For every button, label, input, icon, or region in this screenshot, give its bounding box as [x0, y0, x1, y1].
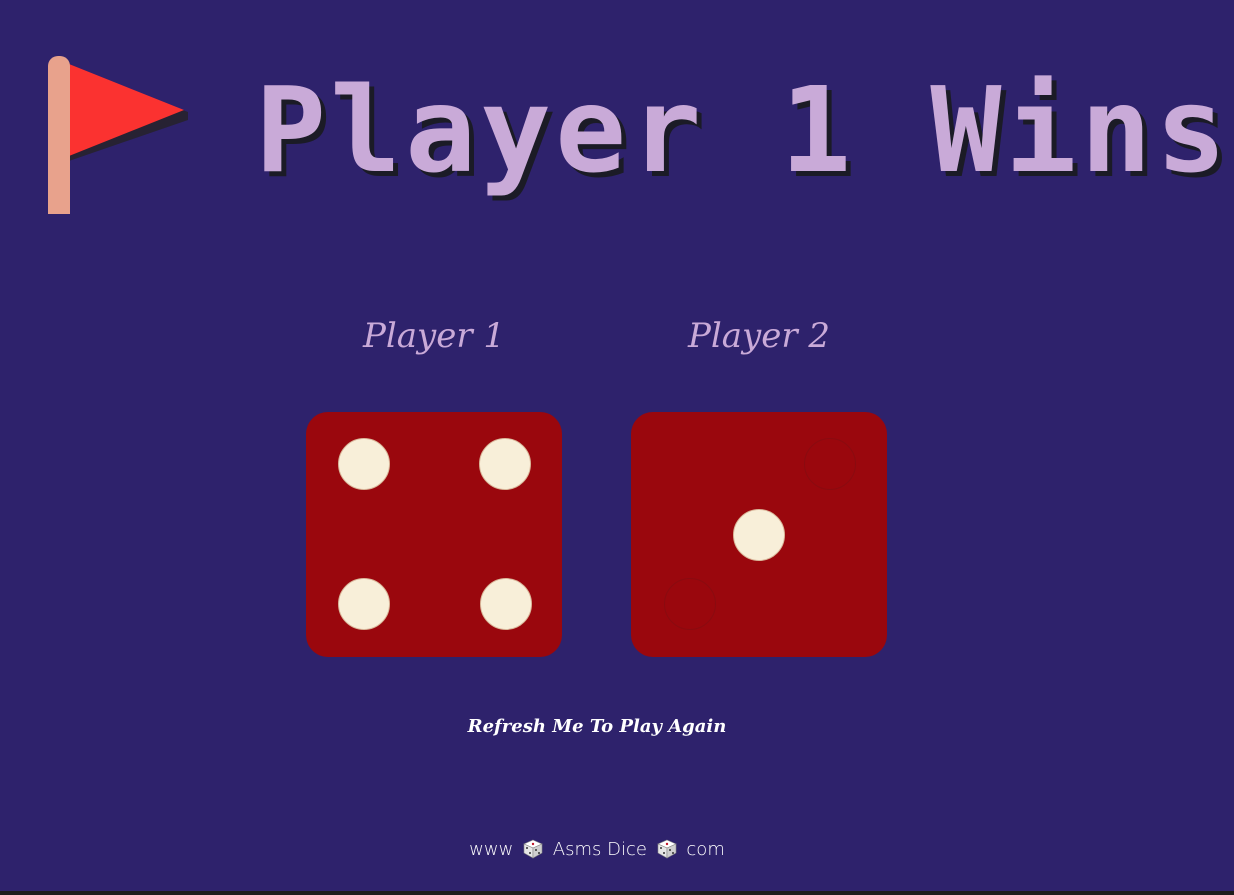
bottom-edge: [0, 891, 1234, 895]
refresh-message: Refresh Me To Play Again: [467, 716, 727, 737]
page-title: Player 1 Wins: [255, 61, 1231, 199]
die-pip: [480, 578, 532, 630]
footer-prefix: www: [469, 839, 514, 860]
die-pip-empty: [804, 438, 856, 490]
dice-icon: [523, 839, 543, 859]
die-pip: [338, 578, 390, 630]
dice-icon: [656, 839, 677, 859]
player-1-die: [306, 412, 562, 657]
die-pip: [338, 438, 390, 490]
player-2-label: Player 2: [687, 316, 831, 356]
die-pip: [733, 509, 785, 561]
footer: www Asms Dice com: [0, 836, 1194, 864]
footer-brand: Asms Dice: [552, 839, 647, 860]
footer-suffix: com: [686, 839, 725, 860]
die-pip-empty: [664, 578, 716, 630]
flag-icon: [48, 56, 188, 214]
player-2-die: [631, 412, 887, 657]
player-1-label: Player 1: [362, 316, 506, 356]
die-pip: [479, 438, 531, 490]
